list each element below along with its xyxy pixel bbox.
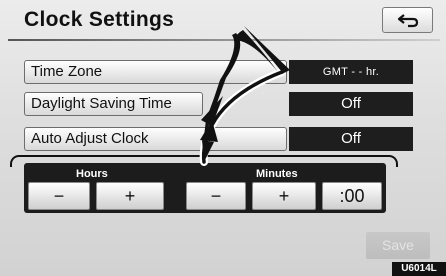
auto-adjust-clock-button[interactable]: Auto Adjust Clock	[24, 127, 287, 151]
hours-plus-button[interactable]: +	[96, 182, 164, 210]
auto-adjust-clock-value: Off	[289, 127, 413, 151]
minutes-plus-button[interactable]: +	[252, 182, 316, 210]
minutes-minus-button[interactable]: −	[186, 182, 246, 210]
figure-code: U6014L	[392, 262, 446, 276]
back-button[interactable]	[382, 7, 433, 33]
time-zone-value: GMT - - hr.	[289, 60, 413, 84]
hours-minus-button[interactable]: −	[28, 182, 90, 210]
clock-settings-screen: Clock Settings Time Zone GMT - - hr. Day…	[0, 0, 446, 276]
daylight-saving-time-value: Off	[289, 92, 413, 116]
minutes-label: Minutes	[256, 168, 298, 180]
back-arrow-icon	[397, 14, 418, 28]
daylight-saving-time-button[interactable]: Daylight Saving Time	[24, 92, 203, 116]
title-divider	[8, 39, 440, 41]
page-title: Clock Settings	[24, 8, 175, 31]
time-zone-button[interactable]: Time Zone	[24, 60, 287, 84]
reset-minutes-button[interactable]: :00	[322, 182, 382, 210]
save-button[interactable]: Save	[366, 232, 430, 259]
hours-label: Hours	[76, 168, 108, 180]
